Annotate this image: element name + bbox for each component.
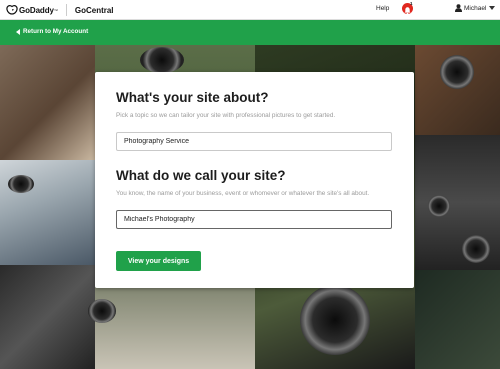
brand-logo[interactable]: GoDaddy ™ GoCentral [6,3,114,17]
notification-count: 1 [410,1,413,6]
site-setup-card: What's your site about? Pick a topic so … [95,72,414,288]
trademark-symbol: ™ [53,7,58,13]
background-photo [0,45,95,160]
site-name-heading: What do we call your site? [116,168,286,183]
camera-lens-decoration [140,47,184,73]
site-name-input[interactable] [116,210,392,229]
user-menu[interactable]: Michael [455,4,496,12]
godaddy-logo-icon [6,5,18,15]
chevron-down-icon [489,6,496,10]
camera-lens-decoration [428,195,450,217]
site-topic-input[interactable] [116,132,392,151]
camera-lens-decoration [8,175,34,193]
bell-icon [404,7,411,15]
camera-lens-decoration [88,299,116,323]
back-arrow-icon [16,28,20,35]
user-name: Michael [464,4,487,12]
camera-lens-decoration [300,285,370,355]
brand-name: GoDaddy [19,5,54,15]
site-about-hint: Pick a topic so we can tailor your site … [116,112,336,119]
brand-divider [65,4,67,16]
background-photo [415,270,500,369]
view-designs-button[interactable]: View your designs [116,251,201,271]
return-to-account-link[interactable]: Return to My Account [16,28,88,35]
background-photo [0,265,95,369]
top-bar: GoDaddy ™ GoCentral Help 1 Michael [0,0,500,20]
site-name-hint: You know, the name of your business, eve… [116,190,370,197]
camera-lens-decoration [462,235,490,263]
help-link[interactable]: Help [376,5,389,12]
product-name: GoCentral [74,5,114,15]
camera-lens-decoration [440,55,474,89]
site-about-heading: What's your site about? [116,90,269,105]
user-icon [455,4,462,12]
return-label: Return to My Account [23,28,89,35]
account-bar: Return to My Account [0,20,500,45]
